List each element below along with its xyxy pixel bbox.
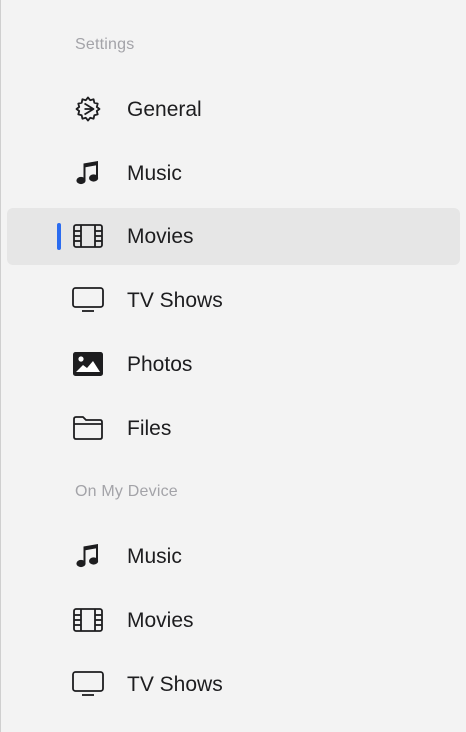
sidebar-item-label: Music — [127, 545, 182, 568]
music-note-icon — [70, 538, 106, 574]
folder-icon — [70, 410, 106, 446]
sidebar-divider — [0, 0, 1, 732]
sidebar-item-label: Music — [127, 162, 182, 185]
photo-icon — [70, 346, 106, 382]
tv-icon — [70, 666, 106, 702]
device-item-tv-shows[interactable]: TV Shows — [7, 656, 460, 713]
sidebar-item-movies[interactable]: Movies — [7, 208, 460, 265]
sidebar-item-label: Movies — [127, 609, 194, 632]
gear-icon — [70, 91, 106, 127]
sidebar-item-label: Movies — [127, 225, 194, 248]
sidebar-item-tv-shows[interactable]: TV Shows — [7, 272, 460, 329]
sidebar-item-label: TV Shows — [127, 673, 223, 696]
sidebar-item-label: Photos — [127, 353, 193, 376]
music-note-icon — [70, 155, 106, 191]
sidebar-item-music[interactable]: Music — [7, 145, 460, 202]
sidebar-item-label: TV Shows — [127, 289, 223, 312]
sidebar-item-label: Files — [127, 417, 172, 440]
sidebar-item-photos[interactable]: Photos — [7, 336, 460, 393]
sidebar-item-files[interactable]: Files — [7, 400, 460, 457]
film-icon — [70, 218, 106, 254]
device-item-music[interactable]: Music — [7, 528, 460, 585]
settings-section-header: Settings — [75, 36, 135, 53]
on-my-device-section-header: On My Device — [75, 483, 178, 500]
film-icon — [70, 602, 106, 638]
device-item-movies[interactable]: Movies — [7, 592, 460, 649]
selection-indicator — [57, 223, 61, 250]
tv-icon — [70, 282, 106, 318]
sidebar-item-general[interactable]: General — [7, 81, 460, 138]
sidebar-item-label: General — [127, 98, 202, 121]
